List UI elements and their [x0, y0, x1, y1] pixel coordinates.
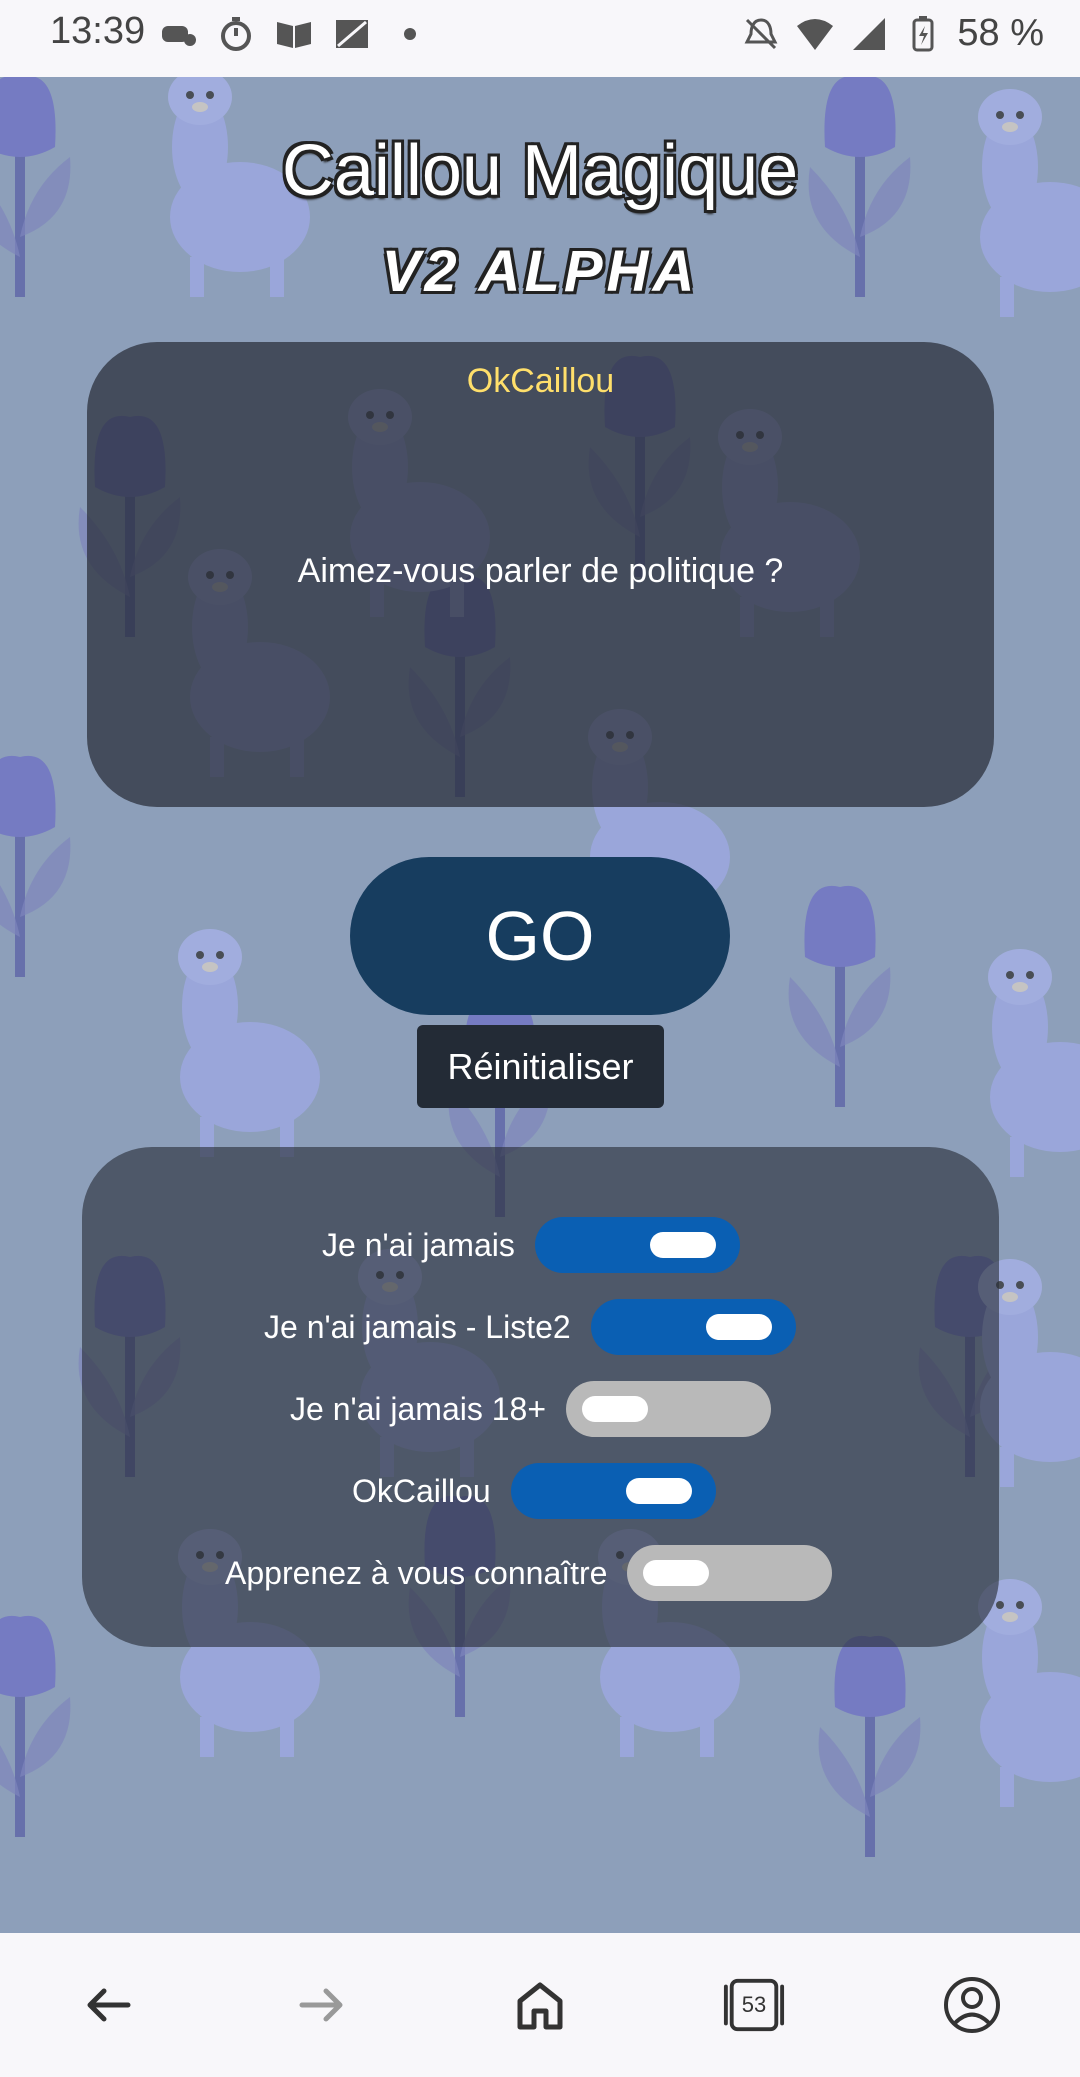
- toggle-knob: [649, 1232, 716, 1258]
- back-icon: [87, 1988, 131, 2022]
- toggle-knob: [643, 1560, 710, 1586]
- category-row: Je n'ai jamais: [322, 1215, 740, 1275]
- category-label: Apprenez à vous connaître: [225, 1554, 608, 1591]
- account-icon: [944, 1977, 1000, 2033]
- back-button[interactable]: [76, 1973, 140, 2037]
- question-category: OkCaillou: [466, 362, 615, 400]
- account-button[interactable]: [940, 1973, 1004, 2037]
- category-label: OkCaillou: [352, 1472, 491, 1509]
- browser-bottom-nav: 53: [0, 1933, 1080, 2077]
- category-row: Je n'ai jamais 18+: [290, 1379, 772, 1439]
- category-label: Je n'ai jamais: [322, 1226, 515, 1263]
- app-title: Caillou Magique: [281, 131, 799, 211]
- category-toggle[interactable]: [534, 1217, 740, 1273]
- app-subtitle: V2 ALPHA: [381, 239, 699, 304]
- wifi-icon: [797, 18, 834, 50]
- reset-button[interactable]: Réinitialiser: [417, 1025, 664, 1108]
- category-toggle[interactable]: [627, 1545, 833, 1601]
- category-toggle[interactable]: [590, 1299, 796, 1355]
- status-time: 13:39: [50, 10, 146, 52]
- category-row: OkCaillou: [352, 1461, 716, 1521]
- image-icon: [336, 20, 368, 48]
- question-text: Aimez-vous parler de politique ?: [297, 552, 784, 590]
- toggle-knob: [582, 1396, 649, 1422]
- toggle-knob: [705, 1314, 772, 1340]
- bell-off-icon: [744, 17, 778, 49]
- tab-count: 53: [741, 1992, 767, 2017]
- home-icon: [517, 1982, 563, 2030]
- forward-icon: [299, 1988, 343, 2022]
- tabs-button[interactable]: 53: [722, 1973, 786, 2037]
- category-toggle[interactable]: [510, 1463, 716, 1519]
- category-label: Je n'ai jamais 18+: [290, 1390, 547, 1427]
- question-card: OkCaillou Aimez-vous parler de politique…: [87, 342, 994, 807]
- go-button[interactable]: GO: [350, 857, 730, 1015]
- forward-button[interactable]: [290, 1973, 354, 2037]
- battery-percent: 58 %: [957, 12, 1044, 54]
- category-toggle[interactable]: [566, 1381, 772, 1437]
- battery-icon: [912, 15, 934, 51]
- gamepad-icon: [162, 26, 196, 46]
- book-icon: [277, 22, 311, 48]
- category-row: Je n'ai jamais - Liste2: [264, 1297, 796, 1357]
- timer-icon: [221, 17, 251, 51]
- category-row: Apprenez à vous connaître: [225, 1543, 833, 1603]
- category-settings-card: Je n'ai jamais Je n'ai jamais - Liste2 J…: [82, 1147, 999, 1647]
- category-label: Je n'ai jamais - Liste2: [264, 1308, 571, 1345]
- home-button[interactable]: [508, 1973, 572, 2037]
- signal-icon: [853, 17, 886, 50]
- status-bar: 13:39 58 %: [0, 0, 1080, 77]
- toggle-knob: [625, 1478, 692, 1504]
- dot-icon: [404, 28, 416, 40]
